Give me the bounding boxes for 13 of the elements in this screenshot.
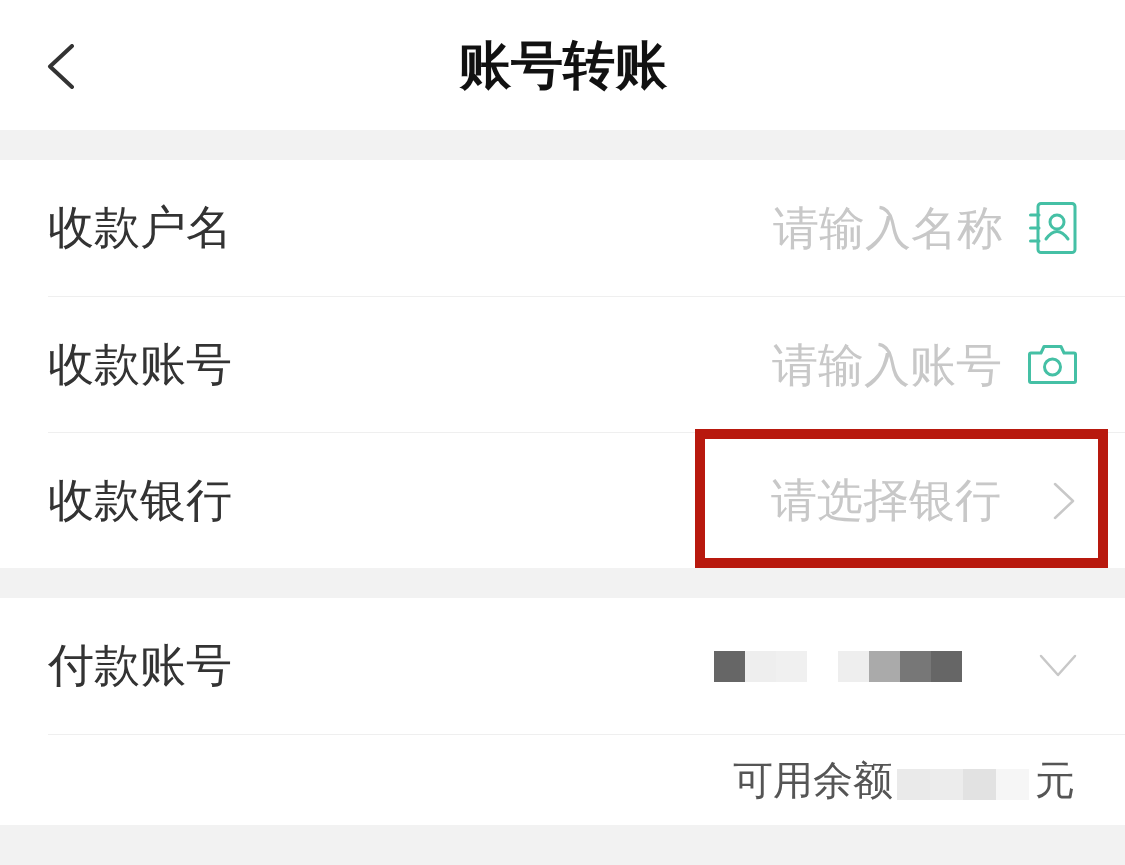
currency-unit: 元 — [1035, 755, 1075, 805]
field-label: 收款户名 — [48, 199, 232, 256]
contact-card-icon[interactable] — [1029, 202, 1077, 254]
chevron-down-icon[interactable] — [1039, 654, 1077, 678]
page-title: 账号转账 — [458, 33, 667, 97]
field-label: 收款账号 — [48, 335, 232, 393]
chevron-right-icon — [1053, 481, 1075, 520]
back-button[interactable] — [46, 44, 75, 89]
chevron-left-icon — [46, 44, 75, 89]
field-label: 付款账号 — [48, 637, 232, 694]
field-label: 收款银行 — [48, 471, 232, 529]
balance-label: 可用余额 — [733, 755, 893, 805]
camera-icon[interactable] — [1028, 345, 1077, 384]
